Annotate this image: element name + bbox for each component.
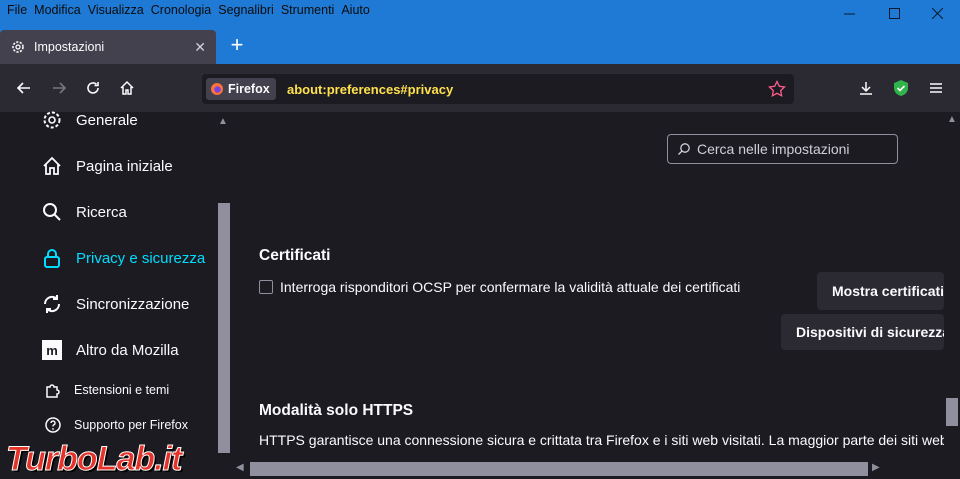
settings-search-input[interactable] — [695, 140, 889, 158]
downloads-button[interactable] — [852, 74, 880, 102]
minimize-button[interactable] — [826, 0, 872, 26]
lock-icon — [40, 246, 64, 270]
menu-cronologia[interactable]: Cronologia — [148, 2, 215, 20]
sidebar-item-label: Pagina iniziale — [76, 157, 173, 175]
ocsp-checkbox[interactable] — [259, 280, 273, 294]
reload-button[interactable] — [79, 74, 107, 102]
content-scrollbar-thumb[interactable] — [946, 398, 958, 426]
sidebar-scroll-up-icon[interactable]: ▲ — [218, 116, 228, 127]
url-text[interactable]: about:preferences#privacy — [287, 82, 453, 97]
menu-modifica[interactable]: Modifica — [31, 2, 85, 20]
menu-bar: File Modifica Visualizza Cronologia Segn… — [4, 2, 374, 20]
new-tab-button[interactable]: + — [226, 34, 248, 56]
home-button[interactable] — [113, 74, 141, 102]
help-icon — [44, 416, 62, 434]
sidebar-item-label: Sincronizzazione — [76, 295, 190, 313]
security-devices-button[interactable]: Dispositivi di sicurezza — [781, 314, 944, 350]
scroll-left-icon[interactable]: ◀ — [236, 462, 244, 473]
settings-search-box[interactable] — [667, 134, 898, 164]
tab-title: Impostazioni — [34, 40, 105, 54]
app-menu-button[interactable] — [922, 74, 950, 102]
sidebar-item-estensioni[interactable]: Estensioni e temi — [44, 375, 169, 405]
sidebar-item-mozilla[interactable]: m Altro da Mozilla — [40, 335, 179, 365]
view-certificates-label: Mostra certificati — [832, 283, 944, 299]
search-icon — [40, 200, 64, 224]
gear-icon — [12, 41, 24, 53]
tab-close-icon[interactable]: ✕ — [194, 39, 206, 56]
https-only-heading: Modalità solo HTTPS — [259, 402, 414, 419]
download-icon — [860, 82, 872, 95]
sidebar-item-privacy[interactable]: Privacy e sicurezza — [40, 243, 205, 273]
ocsp-label[interactable]: Interroga risponditori OCSP per conferma… — [280, 279, 740, 295]
sidebar-item-sincronizzazione[interactable]: Sincronizzazione — [40, 289, 189, 319]
tab-impostazioni[interactable]: Impostazioni ✕ — [0, 30, 216, 64]
maximize-button[interactable] — [871, 0, 917, 26]
certificates-heading: Certificati — [259, 247, 331, 264]
sidebar-item-generale[interactable]: Generale — [40, 105, 138, 135]
sidebar-item-label: Altro da Mozilla — [76, 341, 179, 359]
view-certificates-button[interactable]: Mostra certificati — [817, 272, 944, 310]
menu-file[interactable]: File — [4, 2, 31, 20]
identity-label: Firefox — [228, 82, 270, 96]
bookmark-star-icon[interactable] — [768, 80, 786, 98]
sidebar-item-pagina-iniziale[interactable]: Pagina iniziale — [40, 151, 173, 181]
sidebar-item-label: Estensioni e temi — [74, 383, 170, 397]
back-arrow-icon — [16, 82, 30, 94]
mozilla-icon: m — [40, 338, 64, 362]
sidebar-item-label: Ricerca — [76, 203, 127, 221]
scroll-up-icon[interactable]: ▲ — [947, 114, 957, 125]
sidebar-item-label: Privacy e sicurezza — [76, 249, 206, 267]
gear-icon — [40, 108, 64, 132]
scroll-right-icon[interactable]: ▶ — [872, 462, 880, 473]
sidebar-item-supporto[interactable]: Supporto per Firefox — [44, 410, 188, 440]
back-button[interactable] — [10, 74, 38, 102]
https-only-description: HTTPS garantisce una connessione sicura … — [259, 432, 944, 448]
maximize-icon — [888, 7, 900, 19]
sidebar-item-ricerca[interactable]: Ricerca — [40, 197, 127, 227]
close-window-button[interactable] — [914, 0, 960, 26]
sidebar-item-label: Generale — [76, 111, 138, 129]
sidebar-item-label: Supporto per Firefox — [74, 418, 188, 432]
svg-text:m: m — [46, 343, 58, 358]
hamburger-menu-icon — [930, 83, 942, 93]
reload-icon — [87, 82, 99, 94]
security-devices-label: Dispositivi di sicurezza — [796, 324, 944, 340]
minimize-icon — [843, 13, 855, 14]
search-icon — [678, 143, 690, 155]
forward-button[interactable] — [45, 74, 73, 102]
menu-segnalibri[interactable]: Segnalibri — [215, 2, 278, 20]
extension-shield-button[interactable] — [887, 74, 915, 102]
menu-strumenti[interactable]: Strumenti — [278, 2, 339, 20]
puzzle-icon — [44, 381, 62, 399]
forward-arrow-icon — [53, 82, 67, 94]
home-icon — [120, 80, 134, 95]
menu-visualizza[interactable]: Visualizza — [85, 2, 148, 20]
shield-check-icon — [894, 80, 908, 96]
close-icon — [931, 7, 943, 19]
horizontal-scrollbar-thumb[interactable] — [250, 462, 868, 476]
menu-aiuto[interactable]: Aiuto — [338, 2, 374, 20]
home-icon — [40, 154, 64, 178]
sidebar-scrollbar-thumb[interactable] — [218, 203, 230, 453]
identity-box[interactable]: Firefox — [206, 78, 276, 100]
firefox-logo-icon — [211, 83, 223, 95]
ocsp-option[interactable]: Interroga risponditori OCSP per conferma… — [259, 279, 740, 295]
sync-icon — [40, 292, 64, 316]
watermark-logo: TurboLab.it — [5, 440, 182, 479]
